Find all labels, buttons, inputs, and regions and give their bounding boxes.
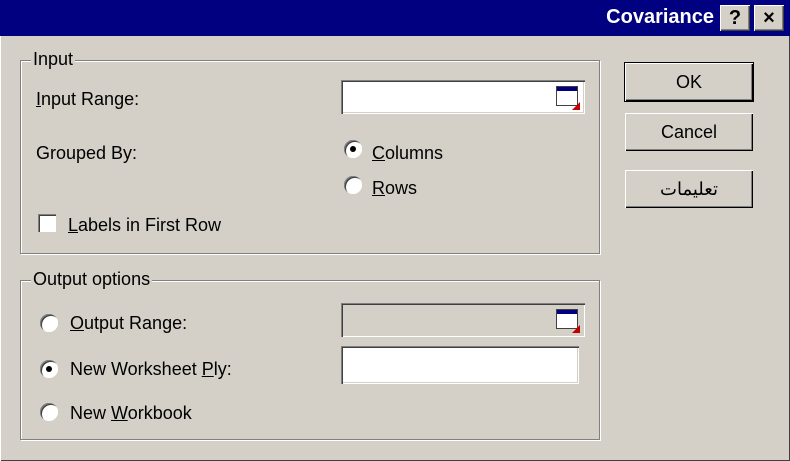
rows-radio[interactable] [344,176,362,194]
columns-label-text: olumns [385,143,444,163]
ok-button[interactable]: OK [624,62,754,102]
output-range-label-key: O [70,313,85,333]
input-group-legend: Input [31,49,76,70]
title-bar: Covariance ? × [0,0,790,36]
new-workbook-label: New Workbook [70,403,192,424]
labels-first-row-label: Labels in First Row [68,215,221,236]
close-button[interactable]: × [754,5,784,31]
columns-label: Columns [372,143,443,164]
rows-label-text: ows [385,178,418,198]
labels-first-row-label-key: L [68,215,79,235]
new-worksheet-label-pre: New Worksheet [70,359,202,379]
output-range-radio[interactable] [40,314,58,332]
rows-label-key: R [372,178,385,198]
output-range-label-text: utput Range: [84,313,188,333]
new-worksheet-label-key: P [201,359,214,379]
output-range-collapse-icon[interactable] [554,307,580,333]
new-worksheet-radio[interactable] [40,360,58,378]
new-workbook-radio[interactable] [40,403,58,421]
input-range-label: Input Range: [36,89,139,110]
grouped-by-label: Grouped By: [36,143,138,163]
cancel-button[interactable]: Cancel [625,113,753,151]
covariance-dialog: Covariance ? × Input Input Range: Groupe… [0,0,790,461]
labels-first-row-label-text: abels in First Row [78,215,222,235]
new-worksheet-label: New Worksheet Ply: [70,359,232,380]
output-group-legend: Output options [31,269,153,290]
window-title: Covariance [606,6,714,28]
input-range-collapse-icon[interactable] [554,84,580,110]
new-workbook-label-pre: New [70,403,112,423]
new-worksheet-label-post: ly: [213,359,232,379]
columns-label-key: C [372,143,385,163]
columns-radio[interactable] [344,140,362,158]
new-workbook-label-key: W [111,403,128,423]
new-worksheet-field[interactable] [341,346,579,384]
output-range-label: Output Range: [70,313,187,334]
input-range-label-text: nput Range: [41,89,140,109]
input-range-field[interactable] [341,80,585,114]
new-workbook-label-post: orkbook [127,403,192,423]
labels-first-row-checkbox[interactable] [38,214,56,232]
help-button[interactable]: تعليمات [625,170,753,208]
output-range-field[interactable] [341,303,585,337]
rows-label: Rows [372,178,417,199]
help-question-button[interactable]: ? [720,5,750,31]
